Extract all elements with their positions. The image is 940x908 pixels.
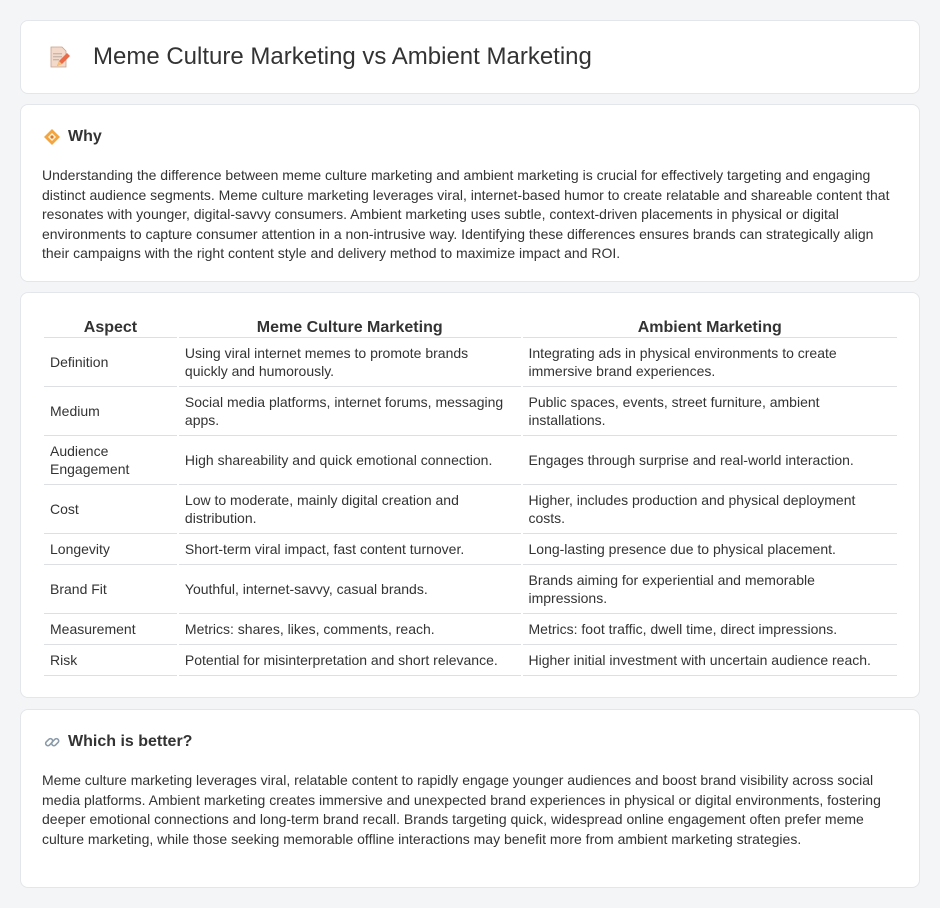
sparkle-diamond-icon	[43, 128, 61, 146]
row-meme-value: Youthful, internet-savvy, casual brands.	[178, 565, 521, 614]
table-row: Definition Using viral internet memes to…	[44, 338, 897, 387]
row-aspect: Cost	[44, 485, 177, 534]
row-aspect: Brand Fit	[44, 565, 177, 614]
row-meme-value: Using viral internet memes to promote br…	[178, 338, 521, 387]
row-aspect: Medium	[44, 387, 177, 436]
header-card: Meme Culture Marketing vs Ambient Market…	[20, 20, 920, 94]
row-ambient-value: Higher initial investment with uncertain…	[522, 645, 897, 676]
which-better-section: Which is better? Meme culture marketing …	[20, 709, 920, 888]
row-aspect: Measurement	[44, 614, 177, 645]
row-ambient-value: Engages through surprise and real-world …	[522, 436, 897, 485]
comparison-section: Aspect Meme Culture Marketing Ambient Ma…	[20, 292, 920, 698]
row-meme-value: Social media platforms, internet forums,…	[178, 387, 521, 436]
row-ambient-value: Brands aiming for experiential and memor…	[522, 565, 897, 614]
row-aspect: Longevity	[44, 534, 177, 565]
row-aspect: Definition	[44, 338, 177, 387]
row-meme-value: Short-term viral impact, fast content tu…	[178, 534, 521, 565]
row-ambient-value: Metrics: foot traffic, dwell time, direc…	[522, 614, 897, 645]
row-meme-value: High shareability and quick emotional co…	[178, 436, 521, 485]
which-better-heading: Which is better?	[68, 733, 193, 750]
row-aspect: Risk	[44, 645, 177, 676]
row-ambient-value: Long-lasting presence due to physical pl…	[522, 534, 897, 565]
table-row: Audience Engagement High shareability an…	[44, 436, 897, 485]
row-meme-value: Potential for misinterpretation and shor…	[178, 645, 521, 676]
table-row: Risk Potential for misinterpretation and…	[44, 645, 897, 676]
why-section: Why Understanding the difference between…	[20, 104, 920, 282]
table-header-row: Aspect Meme Culture Marketing Ambient Ma…	[44, 317, 897, 338]
why-heading: Why	[68, 128, 102, 145]
why-paragraph: Understanding the difference between mem…	[42, 167, 890, 262]
row-ambient-value: Higher, includes production and physical…	[522, 485, 897, 534]
row-ambient-value: Integrating ads in physical environments…	[522, 338, 897, 387]
page-title: Meme Culture Marketing vs Ambient Market…	[93, 43, 592, 70]
table-row: Longevity Short-term viral impact, fast …	[44, 534, 897, 565]
row-meme-value: Low to moderate, mainly digital creation…	[178, 485, 521, 534]
table-row: Brand Fit Youthful, internet-savvy, casu…	[44, 565, 897, 614]
row-meme-value: Metrics: shares, likes, comments, reach.	[178, 614, 521, 645]
document-pencil-icon	[47, 45, 71, 69]
comparison-table: Aspect Meme Culture Marketing Ambient Ma…	[42, 317, 899, 676]
which-better-paragraph: Meme culture marketing leverages viral, …	[42, 772, 881, 847]
table-row: Medium Social media platforms, internet …	[44, 387, 897, 436]
column-header-ambient: Ambient Marketing	[522, 317, 897, 338]
link-icon	[43, 733, 61, 751]
table-row: Cost Low to moderate, mainly digital cre…	[44, 485, 897, 534]
column-header-aspect: Aspect	[44, 317, 177, 338]
row-aspect: Audience Engagement	[44, 436, 177, 485]
table-row: Measurement Metrics: shares, likes, comm…	[44, 614, 897, 645]
column-header-meme: Meme Culture Marketing	[178, 317, 521, 338]
row-ambient-value: Public spaces, events, street furniture,…	[522, 387, 897, 436]
